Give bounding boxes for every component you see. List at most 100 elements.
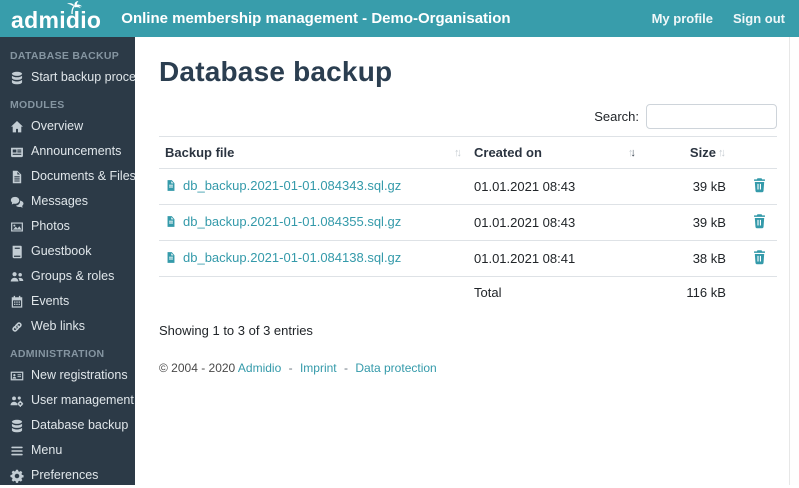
users-gear-icon xyxy=(10,394,24,408)
id-card-icon xyxy=(10,369,24,383)
app-window: admidio Online membership management - D… xyxy=(0,0,799,485)
sidebar-item-label: Documents & Files xyxy=(31,169,136,183)
bars-icon xyxy=(10,444,24,458)
created-on-cell: 01.01.2021 08:43 xyxy=(468,204,642,241)
sidebar-item-label: Groups & roles xyxy=(31,269,115,283)
sidebar-item-label: Messages xyxy=(31,194,88,208)
sidebar-item-database-backup[interactable]: Database backup xyxy=(0,413,135,438)
backup-file-link[interactable]: db_backup.2021-01-01.084343.sql.gz xyxy=(165,178,401,193)
sidebar-item-web-links[interactable]: Web links xyxy=(0,314,135,339)
file-archive-icon xyxy=(165,251,177,264)
book-icon xyxy=(10,245,24,259)
main-content: Database backup Search: Backup file ↑↓ C… xyxy=(135,37,799,485)
sign-out-link[interactable]: Sign out xyxy=(733,11,785,26)
delete-backup-button[interactable] xyxy=(752,177,767,196)
search-input[interactable] xyxy=(646,104,777,129)
trash-icon xyxy=(752,249,767,268)
table-row: db_backup.2021-01-01.084343.sql.gz 01.01… xyxy=(159,168,777,205)
backup-file-link[interactable]: db_backup.2021-01-01.084138.sql.gz xyxy=(165,250,401,265)
sidebar-item-label: Database backup xyxy=(31,418,129,432)
sidebar-item-overview[interactable]: Overview xyxy=(0,114,135,139)
size-cell: 39 kB xyxy=(641,168,732,205)
database-icon xyxy=(10,71,24,85)
sidebar-item-guestbook[interactable]: Guestbook xyxy=(0,239,135,264)
sort-icon: ↑↓ xyxy=(717,146,726,159)
my-profile-link[interactable]: My profile xyxy=(652,11,713,26)
file-icon xyxy=(10,170,24,184)
sidebar-heading-database-backup: DATABASE BACKUP xyxy=(10,50,120,62)
table-total-row: Total 116 kB xyxy=(159,276,777,308)
entries-info: Showing 1 to 3 of 3 entries xyxy=(159,323,313,338)
trash-icon xyxy=(752,213,767,232)
imprint-link[interactable]: Imprint xyxy=(300,361,337,375)
sidebar-item-documents-files[interactable]: Documents & Files xyxy=(0,164,136,189)
sidebar-item-label: Guestbook xyxy=(31,244,92,258)
column-header-created-on[interactable]: Created on ↑↓ xyxy=(468,136,642,169)
sidebar-item-label: Start backup process xyxy=(31,70,149,84)
delete-backup-button[interactable] xyxy=(752,249,767,268)
topbar-links: My profile Sign out xyxy=(652,11,785,26)
admidio-logo[interactable]: admidio xyxy=(11,1,102,33)
calendar-icon xyxy=(10,295,24,309)
search-label: Search: xyxy=(594,109,639,124)
sidebar-item-menu[interactable]: Menu xyxy=(0,438,135,463)
sidebar-item-messages[interactable]: Messages xyxy=(0,189,135,214)
total-label: Total xyxy=(468,276,642,308)
logo-text: admidio xyxy=(11,7,102,33)
total-size: 116 kB xyxy=(641,276,732,308)
column-header-size[interactable]: Size ↑↓ xyxy=(641,136,732,169)
backup-file-link[interactable]: db_backup.2021-01-01.084355.sql.gz xyxy=(165,214,401,229)
table-header-row: Backup file ↑↓ Created on ↑↓ Size ↑↓ xyxy=(159,136,777,169)
sidebar-item-groups-roles[interactable]: Groups & roles xyxy=(0,264,135,289)
home-icon xyxy=(10,120,24,134)
page-title: Database backup xyxy=(159,56,393,87)
sidebar-item-start-backup-process[interactable]: Start backup process xyxy=(0,65,148,90)
file-archive-icon xyxy=(165,179,177,192)
page-footer: © 2004 - 2020 Admidio - Imprint - Data p… xyxy=(159,361,777,375)
sidebar-heading-administration: ADMINISTRATION xyxy=(10,348,105,360)
newspaper-icon xyxy=(10,145,24,159)
sidebar-item-photos[interactable]: Photos xyxy=(0,214,135,239)
sidebar-item-label: Web links xyxy=(31,319,85,333)
created-on-cell: 01.01.2021 08:41 xyxy=(468,240,642,277)
sidebar-item-label: Overview xyxy=(31,119,84,133)
copyright-text: © 2004 - 2020 xyxy=(159,361,236,375)
table-row: db_backup.2021-01-01.084138.sql.gz 01.01… xyxy=(159,240,777,277)
sidebar-item-label: Preferences xyxy=(31,468,99,482)
delete-backup-button[interactable] xyxy=(752,213,767,232)
data-protection-link[interactable]: Data protection xyxy=(355,361,436,375)
sidebar-item-label: Announcements xyxy=(31,144,122,158)
app-title: Online membership management - Demo-Orga… xyxy=(121,10,511,27)
created-on-cell: 01.01.2021 08:43 xyxy=(468,168,642,205)
sort-desc-icon: ↑↓ xyxy=(627,146,636,159)
scrollbar-track[interactable] xyxy=(789,37,799,485)
comments-icon xyxy=(10,195,24,209)
sidebar-item-preferences[interactable]: Preferences xyxy=(0,463,135,488)
sidebar-item-user-management[interactable]: User management xyxy=(0,388,135,413)
database-icon xyxy=(10,419,24,433)
backup-table: Backup file ↑↓ Created on ↑↓ Size ↑↓ db_… xyxy=(159,136,777,308)
link-icon xyxy=(10,320,24,334)
sidebar-item-label: Events xyxy=(31,294,70,308)
admidio-link[interactable]: Admidio xyxy=(238,361,281,375)
column-header-actions xyxy=(731,136,777,169)
footer-separator: - xyxy=(288,361,293,375)
column-header-backup-file[interactable]: Backup file ↑↓ xyxy=(159,136,468,169)
file-archive-icon xyxy=(165,215,177,228)
sidebar-item-announcements[interactable]: Announcements xyxy=(0,139,135,164)
palm-tree-icon xyxy=(67,1,82,14)
trash-icon xyxy=(752,177,767,196)
sort-icon: ↑↓ xyxy=(454,146,462,159)
sidebar-nav: DATABASE BACKUP Start backup process MOD… xyxy=(0,37,148,488)
sidebar-item-label: User management xyxy=(31,393,134,407)
sidebar-heading-modules: MODULES xyxy=(10,99,65,111)
sidebar-item-label: Photos xyxy=(31,219,70,233)
size-cell: 38 kB xyxy=(641,240,732,277)
sidebar-item-new-registrations[interactable]: New registrations xyxy=(0,363,135,388)
sidebar-item-label: New registrations xyxy=(31,368,128,382)
gear-icon xyxy=(10,469,24,483)
footer-separator: - xyxy=(343,361,348,375)
size-cell: 39 kB xyxy=(641,204,732,241)
users-icon xyxy=(10,270,24,284)
sidebar-item-events[interactable]: Events xyxy=(0,289,135,314)
